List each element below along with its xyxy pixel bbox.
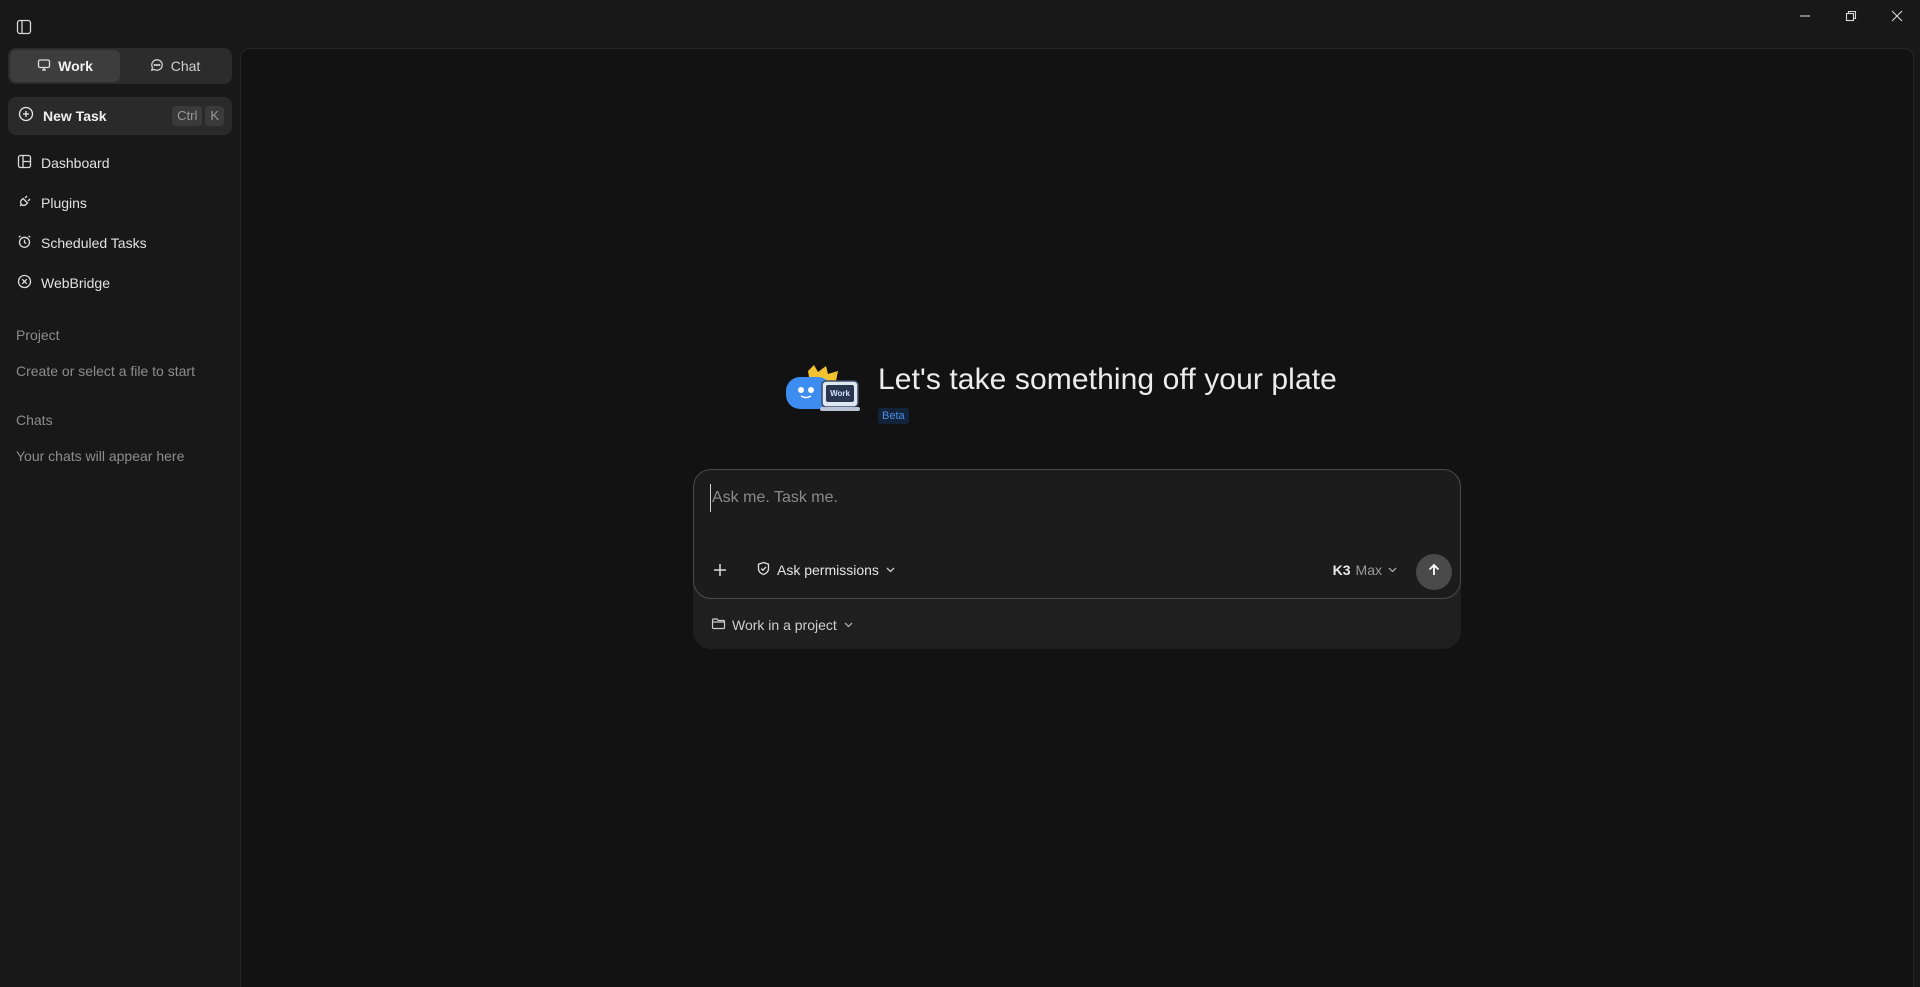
mode-work-button[interactable]: Work — [10, 50, 120, 82]
sidebar-item-webbridge[interactable]: WebBridge — [8, 263, 232, 303]
attach-plus-icon[interactable] — [708, 558, 732, 582]
project-heading: Project — [16, 327, 60, 343]
mode-chat-button[interactable]: Chat — [120, 50, 230, 82]
webbridge-icon — [17, 274, 32, 292]
monitor-icon — [37, 58, 51, 75]
prompt-input[interactable] — [710, 484, 1430, 512]
permissions-dropdown[interactable]: Ask permissions — [756, 558, 896, 582]
arrow-up-icon — [1426, 562, 1442, 583]
sidebar-item-label: Scheduled Tasks — [41, 235, 147, 251]
new-task-label: New Task — [43, 108, 107, 124]
plug-icon — [17, 194, 32, 212]
work-in-project-label: Work in a project — [732, 617, 837, 633]
new-task-button[interactable]: New Task Ctrl K — [8, 97, 232, 135]
mode-work-label: Work — [58, 58, 93, 74]
model-selector[interactable]: K3 Max — [1333, 558, 1398, 582]
mascot-icon: Work — [784, 363, 862, 413]
shield-check-icon — [756, 561, 771, 579]
alarm-clock-icon — [17, 234, 32, 252]
window-controls — [1782, 0, 1920, 32]
work-in-project-dropdown[interactable]: Work in a project — [711, 615, 854, 635]
hero: Work Let's take something off your plate… — [784, 363, 1344, 427]
chevron-down-icon — [843, 617, 854, 633]
sidebar: Work Chat New Task Ctrl K Dashboard Plug… — [0, 48, 240, 987]
minimize-icon[interactable] — [1782, 0, 1828, 32]
project-empty-hint: Create or select a file to start — [16, 363, 195, 379]
chevron-down-icon — [1387, 562, 1398, 578]
sidebar-nav: Dashboard Plugins Scheduled Tasks WebBri… — [8, 143, 232, 303]
app-window: Work Chat New Task Ctrl K Dashboard Plug… — [0, 0, 1920, 987]
composer: Ask permissions K3 Max — [693, 469, 1461, 599]
mode-chat-label: Chat — [170, 58, 201, 74]
shortcut-key-ctrl: Ctrl — [172, 106, 203, 126]
folder-icon — [711, 616, 726, 634]
chats-heading: Chats — [16, 412, 53, 428]
sidebar-item-label: WebBridge — [41, 275, 111, 291]
sidebar-item-label: Dashboard — [41, 155, 110, 171]
sidebar-item-plugins[interactable]: Plugins — [8, 183, 232, 223]
send-button[interactable] — [1416, 554, 1452, 590]
beta-badge: Beta — [878, 408, 909, 424]
sidebar-item-label: Plugins — [41, 195, 87, 211]
mascot-screen-text: Work — [830, 389, 850, 398]
sidebar-item-scheduled-tasks[interactable]: Scheduled Tasks — [8, 223, 232, 263]
model-variant: Max — [1355, 562, 1382, 578]
chat-bubble-icon — [150, 58, 164, 75]
chevron-down-icon — [885, 562, 896, 578]
restore-icon[interactable] — [1828, 0, 1874, 32]
permissions-label: Ask permissions — [777, 562, 879, 578]
mode-switch: Work Chat — [8, 48, 232, 84]
sidebar-item-dashboard[interactable]: Dashboard — [8, 143, 232, 183]
close-icon[interactable] — [1874, 0, 1920, 32]
model-name: K3 — [1332, 562, 1351, 578]
composer-area: Ask permissions K3 Max — [693, 469, 1461, 649]
sidebar-toggle-icon[interactable] — [14, 18, 34, 36]
hero-title: Let's take something off your plate — [878, 363, 1337, 396]
chats-empty-hint: Your chats will appear here — [16, 448, 185, 464]
dashboard-icon — [17, 154, 32, 172]
plus-circle-icon — [18, 106, 34, 127]
shortcut-key-k: K — [205, 106, 224, 126]
